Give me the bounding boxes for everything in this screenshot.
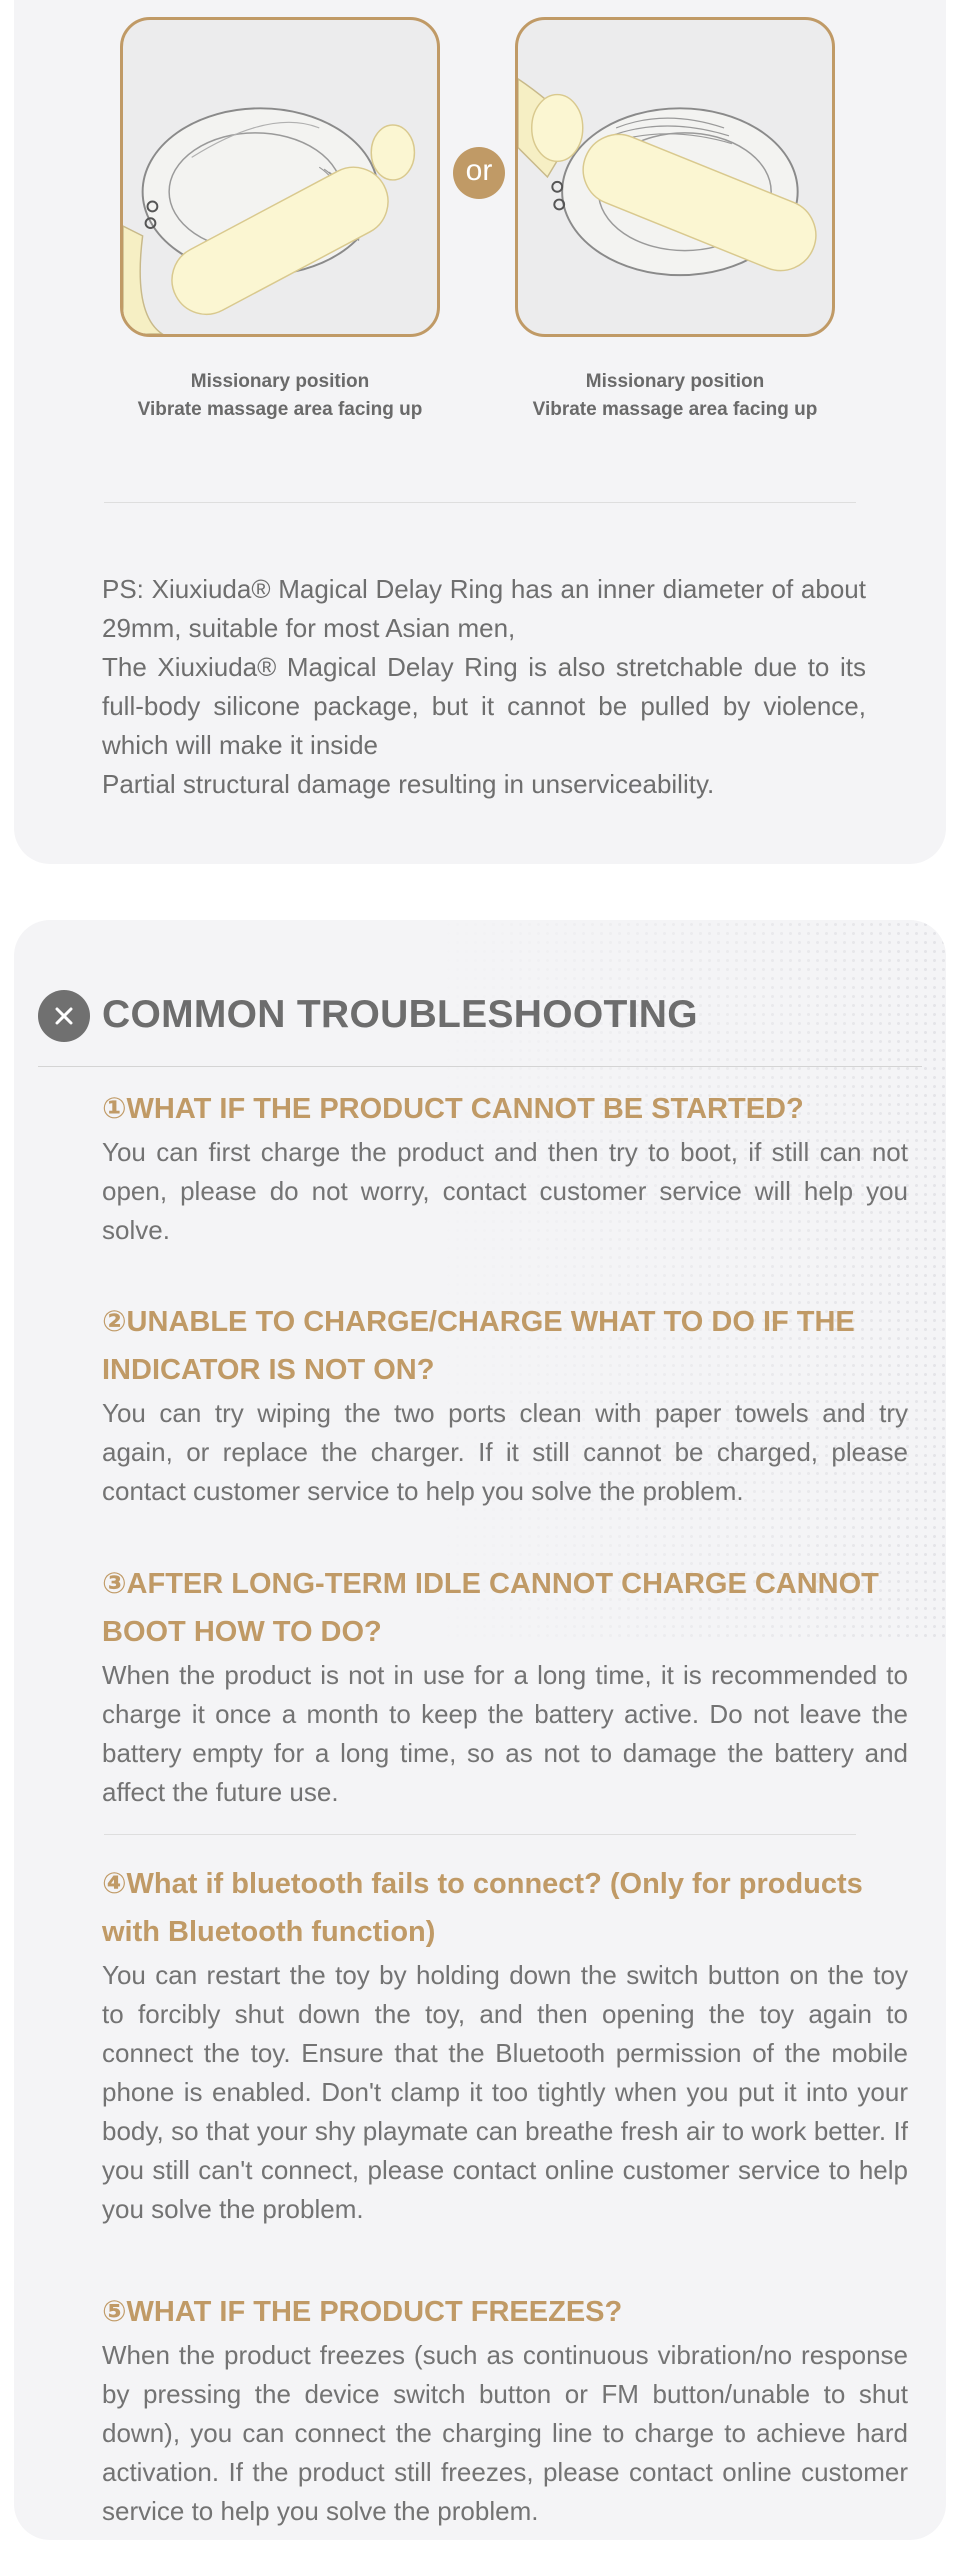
caption-title: Missionary position — [190, 371, 370, 392]
missionary-position-illustration-right — [515, 17, 835, 337]
faq-question: ②UNABLE TO CHARGE/CHARGE WHAT TO DO IF T… — [102, 1306, 855, 1386]
section-title-rule — [38, 1066, 922, 1067]
faq-question: ⑤WHAT IF THE PRODUCT FREEZES? — [102, 2296, 623, 2328]
faq-item: ③AFTER LONG-TERM IDLE CANNOT CHARGE CANN… — [102, 1560, 908, 1812]
ps-note-line: Partial structural damage resulting in u… — [102, 769, 715, 799]
caption-subtitle: Vibrate massage area facing up — [137, 399, 423, 420]
position-caption-right: Missionary position Vibrate massage area… — [505, 368, 845, 424]
caption-title: Missionary position — [585, 371, 765, 392]
faq-item: ⑤WHAT IF THE PRODUCT FREEZES? When the p… — [102, 2288, 908, 2531]
faq-question: ③AFTER LONG-TERM IDLE CANNOT CHARGE CANN… — [102, 1568, 879, 1648]
position-caption-left: Missionary position Vibrate massage area… — [110, 368, 450, 424]
ps-note: PS: Xiuxiuda® Magical Delay Ring has an … — [102, 570, 866, 804]
close-x-icon — [38, 990, 90, 1042]
faq-answer: When the product freezes (such as contin… — [102, 2340, 908, 2526]
or-badge: or — [453, 147, 505, 199]
faq-answer: You can try wiping the two ports clean w… — [102, 1398, 908, 1506]
ps-note-line: PS: Xiuxiuda® Magical Delay Ring has an … — [102, 574, 866, 643]
ps-note-line: The Xiuxiuda® Magical Delay Ring is also… — [102, 652, 866, 760]
divider — [104, 1834, 856, 1835]
caption-subtitle: Vibrate massage area facing up — [532, 399, 818, 420]
divider — [104, 502, 856, 503]
faq-item: ④What if bluetooth fails to connect? (On… — [102, 1860, 908, 2229]
faq-question: ④What if bluetooth fails to connect? (On… — [102, 1868, 863, 1948]
faq-item: ①WHAT IF THE PRODUCT CANNOT BE STARTED? … — [102, 1085, 908, 1250]
faq-question: ①WHAT IF THE PRODUCT CANNOT BE STARTED? — [102, 1093, 804, 1125]
faq-item: ②UNABLE TO CHARGE/CHARGE WHAT TO DO IF T… — [102, 1298, 908, 1511]
faq-answer: You can restart the toy by holding down … — [102, 1960, 908, 2224]
faq-answer: You can first charge the product and the… — [102, 1137, 908, 1245]
faq-answer: When the product is not in use for a lon… — [102, 1660, 908, 1807]
section-title: COMMON TROUBLESHOOTING — [102, 993, 698, 1036]
missionary-position-illustration-left — [120, 17, 440, 337]
